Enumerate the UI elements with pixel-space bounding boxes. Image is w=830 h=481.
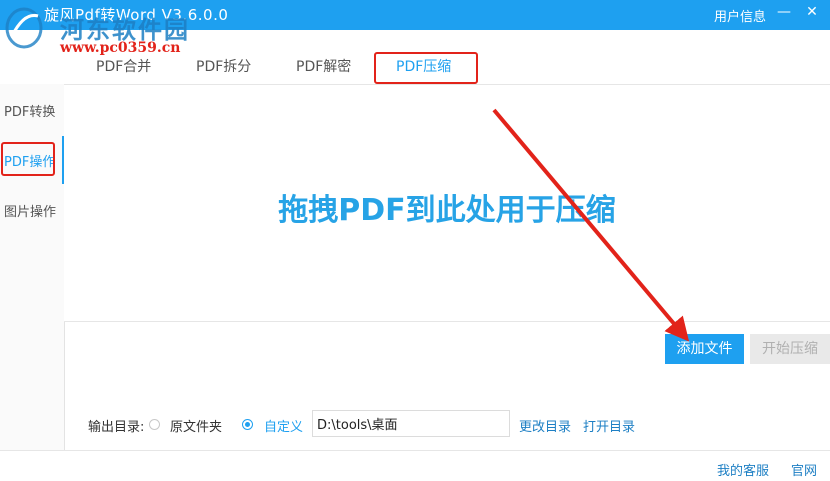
user-info-link[interactable]: 用户信息 [714,6,766,25]
annotation-box-pdf-operations [1,142,55,176]
add-file-button[interactable]: 添加文件 [665,334,744,364]
output-directory-label: 输出目录: [88,420,145,435]
annotation-box-compress-tab [374,52,478,84]
custom-folder-label[interactable]: 自定义 [264,416,303,435]
sidebar-item-pdf-convert[interactable]: PDF转换 [0,101,64,120]
tab-pdf-decrypt[interactable]: PDF解密 [296,56,351,76]
tab-pdf-merge[interactable]: PDF合并 [96,56,151,76]
watermark-logo-icon [5,7,43,49]
open-directory-link[interactable]: 打开目录 [583,416,635,435]
custom-folder-radio[interactable] [242,419,253,430]
file-drop-zone[interactable]: 拖拽PDF到此处用于压缩 [64,84,830,322]
footer: 我的客服 官网 [0,450,830,481]
customer-service-link[interactable]: 我的客服 [717,460,769,479]
original-folder-label[interactable]: 原文件夹 [170,416,222,435]
sidebar: PDF转换 PDF操作 图片操作 [0,84,65,450]
change-directory-link[interactable]: 更改目录 [519,416,571,435]
official-website-link[interactable]: 官网 [791,460,817,479]
drop-zone-text: 拖拽PDF到此处用于压缩 [278,193,616,228]
sidebar-item-image-operations[interactable]: 图片操作 [0,201,64,220]
original-folder-radio[interactable] [149,419,160,430]
start-compress-button[interactable]: 开始压缩 [750,334,830,364]
close-icon[interactable]: ✕ [804,4,820,20]
tab-pdf-split[interactable]: PDF拆分 [196,56,251,76]
minimize-icon[interactable]: — [776,4,792,20]
output-path-input[interactable] [312,410,510,437]
